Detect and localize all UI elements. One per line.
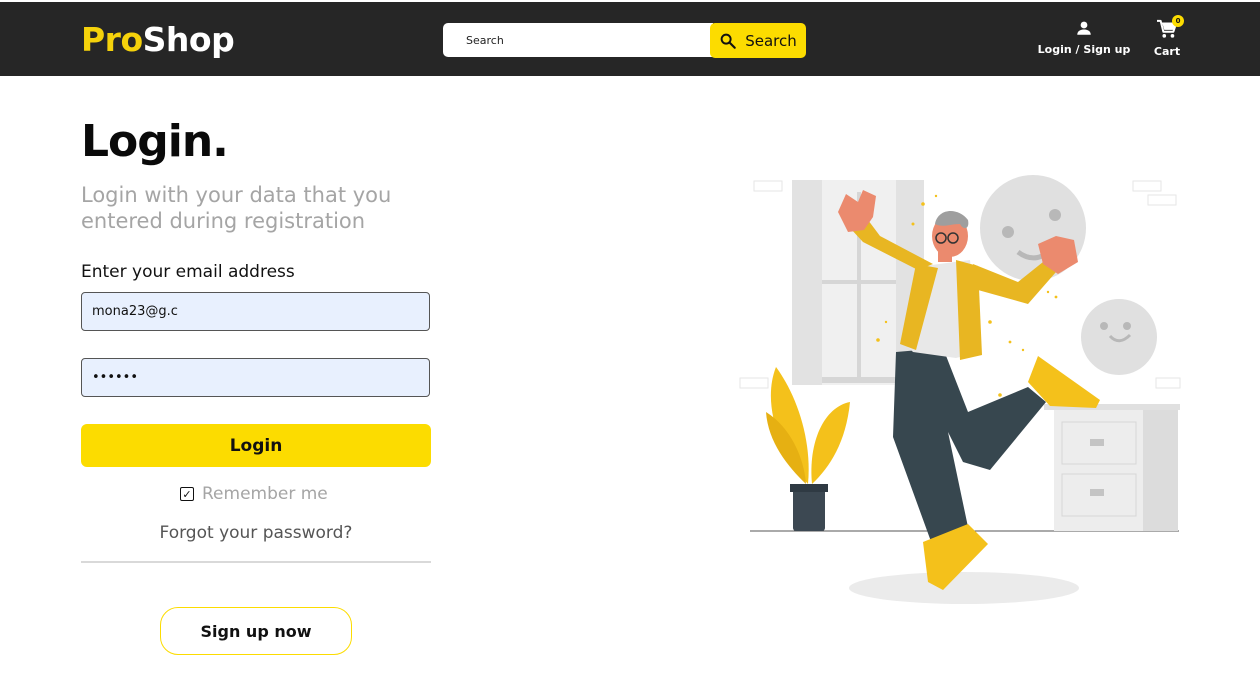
drawer-handle [1090, 439, 1104, 446]
signup-button[interactable]: Sign up now [160, 607, 352, 655]
checkmark-icon: ✓ [182, 487, 192, 501]
site-header: ProShop Search Login / Sign up 0 Cart [0, 2, 1260, 76]
wall-tile [1155, 377, 1181, 389]
remember-label: Remember me [202, 484, 328, 504]
moon-eye [1123, 322, 1131, 330]
search-button-label: Search [745, 31, 797, 50]
login-button[interactable]: Login [81, 424, 431, 467]
wall-tile [1147, 194, 1177, 206]
moon-eye [1100, 322, 1108, 330]
cart-count-badge: 0 [1172, 15, 1184, 27]
window-curtain [792, 180, 822, 385]
dresser-side [1143, 410, 1178, 531]
logo-part-pro: Pro [81, 20, 143, 59]
logo-part-shop: Shop [142, 20, 235, 59]
cart-icon-wrap: 0 [1156, 15, 1184, 39]
moon-eye [1002, 226, 1014, 238]
search-input[interactable] [443, 23, 713, 57]
proshop-logo[interactable]: ProShop [81, 20, 235, 59]
email-field[interactable] [81, 292, 430, 331]
page-subtitle: Login with your data that you entered du… [81, 183, 392, 233]
wall-tile [739, 377, 769, 389]
forgot-password-link[interactable]: Forgot your password? [81, 523, 431, 543]
small-moon [1081, 299, 1157, 375]
remember-checkbox[interactable]: ✓ [180, 487, 194, 501]
floor-shadow [849, 572, 1079, 604]
search-button[interactable]: Search [710, 23, 806, 58]
search-bar: Search [443, 22, 806, 58]
wall-tile [1132, 180, 1162, 192]
user-icon [1077, 21, 1091, 35]
login-signup-label: Login / Sign up [1037, 43, 1131, 56]
drawer-handle [1090, 489, 1104, 496]
moon-eye [1049, 209, 1061, 221]
search-icon [720, 33, 737, 49]
divider [81, 561, 431, 563]
plant-leaf [811, 402, 850, 484]
cart-link[interactable]: 0 Cart [1148, 15, 1186, 58]
plant-pot-rim [790, 484, 828, 492]
page-title: Login. [81, 116, 229, 167]
email-label: Enter your email address [81, 262, 295, 282]
login-signup-link[interactable]: Login / Sign up [1038, 19, 1130, 56]
cart-label: Cart [1153, 45, 1181, 58]
wall-tile [753, 180, 783, 192]
login-illustration [739, 175, 1181, 604]
password-field[interactable] [81, 358, 430, 397]
remember-me[interactable]: ✓ Remember me [180, 484, 328, 504]
person-pants [893, 348, 1046, 547]
